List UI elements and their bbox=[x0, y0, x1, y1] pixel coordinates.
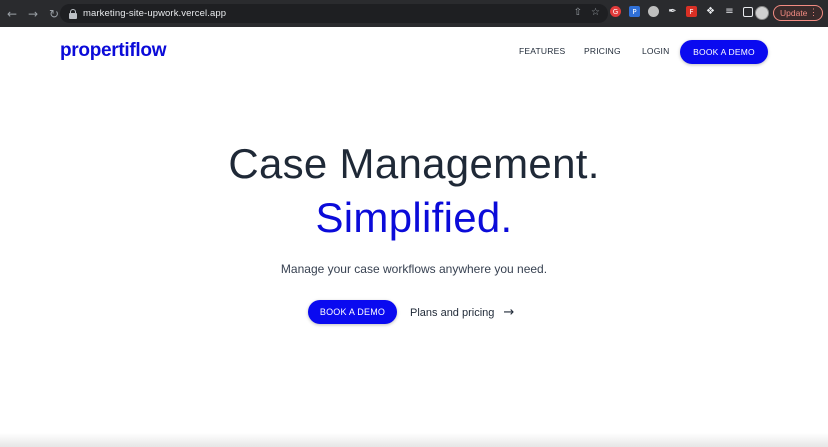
site-logo[interactable]: propertiflow bbox=[60, 40, 166, 62]
arrow-right-icon: → bbox=[503, 305, 515, 320]
update-label: Update bbox=[780, 8, 808, 18]
browser-toolbar: ← → ↻ marketing-site-upwork.vercel.app ⇧… bbox=[0, 0, 828, 27]
hero-book-demo-button[interactable]: BOOK A DEMO bbox=[308, 300, 397, 324]
hero-subtitle: Manage your case workflows anywhere you … bbox=[280, 262, 548, 276]
media-icon[interactable]: ≡ bbox=[724, 6, 735, 17]
web-page: propertiflow FEATURES PRICING LOGIN BOOK… bbox=[0, 27, 828, 447]
plans-pricing-link[interactable]: Plans and pricing → bbox=[410, 305, 514, 320]
back-icon[interactable]: ← bbox=[3, 5, 21, 23]
bookmark-star-icon[interactable]: ☆ bbox=[591, 7, 600, 18]
extension-red-icon[interactable]: G bbox=[610, 6, 621, 17]
eyedropper-icon[interactable]: ✒ bbox=[667, 6, 678, 17]
nav-features[interactable]: FEATURES bbox=[519, 46, 565, 56]
lock-icon bbox=[69, 8, 77, 19]
puzzle-icon[interactable]: ❖ bbox=[705, 6, 716, 17]
plans-pricing-label: Plans and pricing bbox=[410, 306, 495, 319]
extension-pdf-icon[interactable]: F bbox=[686, 6, 697, 17]
more-menu-icon[interactable]: ⋮ bbox=[809, 7, 818, 18]
nav-login[interactable]: LOGIN bbox=[642, 46, 669, 56]
page-bottom-shadow bbox=[0, 433, 828, 447]
profile-avatar[interactable] bbox=[755, 6, 769, 20]
address-bar[interactable]: marketing-site-upwork.vercel.app ⇧ ☆ bbox=[60, 4, 608, 23]
header-book-demo-button[interactable]: BOOK A DEMO bbox=[680, 40, 768, 64]
extension-blue-icon[interactable]: P bbox=[629, 6, 640, 17]
share-icon[interactable]: ⇧ bbox=[574, 7, 582, 18]
side-panel-icon[interactable] bbox=[743, 6, 753, 17]
url-text: marketing-site-upwork.vercel.app bbox=[83, 8, 227, 19]
update-button[interactable]: Update ⋮ bbox=[773, 5, 823, 21]
nav-pricing[interactable]: PRICING bbox=[584, 46, 621, 56]
extension-circle-icon[interactable] bbox=[648, 6, 659, 17]
forward-icon[interactable]: → bbox=[24, 5, 42, 23]
hero-title: Case Management. bbox=[228, 140, 600, 187]
extensions-tray: G P ✒ F ❖ ≡ bbox=[610, 6, 753, 17]
hero-title-accent: Simplified. bbox=[315, 194, 513, 241]
